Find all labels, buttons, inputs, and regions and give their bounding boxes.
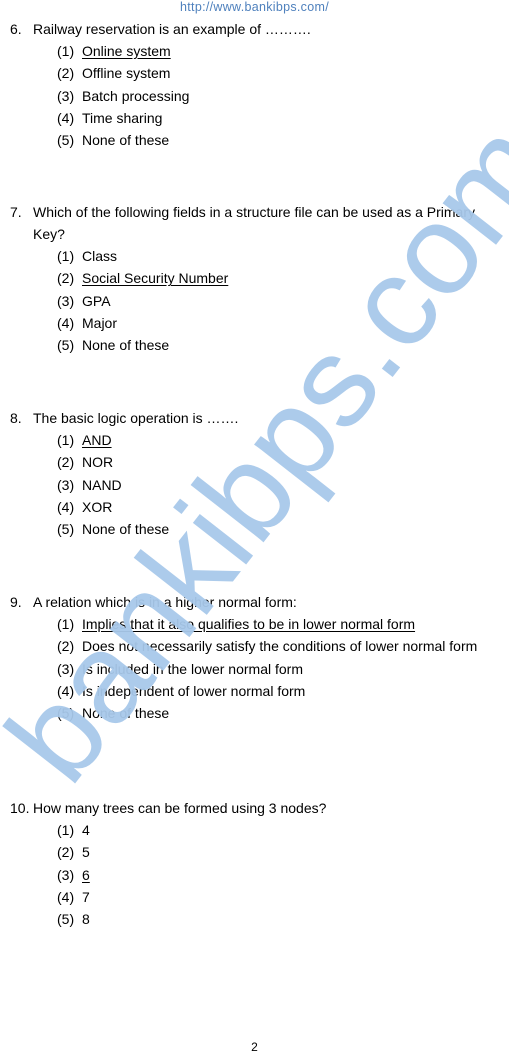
option: (5) None of these: [10, 702, 500, 724]
option: (3) 6: [10, 864, 500, 886]
option: (2) Social Security Number: [10, 267, 500, 289]
question-6: 6. Railway reservation is an example of …: [10, 18, 500, 151]
option: (5) None of these: [10, 129, 500, 151]
option: (5) None of these: [10, 518, 500, 540]
option-text: None of these: [82, 337, 170, 354]
option: (2) 5: [10, 841, 500, 863]
option-text: Batch processing: [82, 87, 190, 104]
option-number: (3): [57, 87, 75, 104]
question-9: 9. A relation which is in a higher norma…: [10, 591, 500, 724]
option-text: Class: [82, 248, 118, 264]
option-number: (5): [57, 705, 75, 722]
option-number: (3): [57, 292, 75, 309]
option: (4) Major: [10, 312, 500, 334]
option: (4) Is independent of lower normal form: [10, 680, 500, 702]
option-text: Does not necessarily satisfy the conditi…: [82, 638, 478, 655]
option-text: Is independent of lower normal form: [82, 682, 306, 699]
option-number: (2): [57, 638, 75, 655]
option: (1) Implies that it also qualifies to be …: [10, 613, 500, 635]
option-text: 5: [82, 844, 90, 861]
option: (3) Batch processing: [10, 85, 500, 107]
option-number: (4): [57, 109, 75, 126]
option-text-correct: 6: [82, 866, 90, 883]
question-7: 7. Which of the following fields in a st…: [10, 201, 500, 356]
option-number: (4): [57, 314, 75, 331]
option-text: GPA: [82, 292, 111, 309]
option-number: (1): [57, 248, 75, 264]
option: (4) XOR: [10, 496, 500, 518]
option: (2) Offline system: [10, 62, 500, 84]
question-number: 10.: [10, 800, 30, 816]
option-number: (1): [57, 822, 75, 838]
option-text-correct: Social Security Number: [82, 270, 229, 287]
option-list: (1) Online system (2) Offline system (3) Ba…: [10, 40, 500, 151]
option-number: (1): [57, 43, 75, 59]
option-text-correct: AND: [82, 432, 112, 448]
option: (1) Online system: [10, 40, 500, 62]
option-number: (2): [57, 454, 75, 471]
option-number: (1): [57, 616, 75, 632]
option-number: (4): [57, 498, 75, 515]
option-text: XOR: [82, 498, 113, 515]
option-number: (5): [57, 337, 75, 354]
option: (1) AND: [10, 429, 500, 451]
option-number: (3): [57, 866, 75, 883]
option: (5) None of these: [10, 334, 500, 356]
option-text: Time sharing: [82, 109, 163, 126]
option-text: NOR: [82, 454, 114, 471]
question-number: 7.: [10, 204, 22, 220]
option: (4) 7: [10, 886, 500, 908]
page-number: 2: [251, 1040, 258, 1054]
option: (3) GPA: [10, 290, 500, 312]
option-number: (4): [57, 682, 75, 699]
option-text: NAND: [82, 476, 122, 493]
question-text: A relation which is in a higher normal f…: [33, 594, 297, 610]
option-text: Is included in the lower normal form: [82, 660, 303, 677]
option: (5) 8: [10, 908, 500, 930]
question-text: Railway reservation is an example of …………: [33, 21, 311, 37]
option-text: Major: [82, 314, 118, 331]
option: (1) Class: [10, 245, 500, 267]
option-number: (3): [57, 660, 75, 677]
option-number: (4): [57, 888, 75, 905]
question-number: 9.: [10, 594, 22, 610]
option-number: (2): [57, 844, 75, 861]
option-number: (2): [57, 65, 75, 82]
option-text: None of these: [82, 132, 170, 149]
option-number: (5): [57, 132, 75, 149]
header-url[interactable]: http://www.bankibps.com/: [0, 0, 509, 14]
option-text: None of these: [82, 705, 170, 722]
question-10: 10. How many trees can be formed using 3…: [10, 797, 500, 930]
option-number: (5): [57, 911, 75, 928]
question-text: Which of the following fields in a struc…: [33, 204, 475, 242]
option: (2) Does not necessarily satisfy the cond…: [10, 635, 500, 657]
option-list: (1) 4 (2) 5 (3) 6 (4) 7 (5) 8: [10, 819, 500, 930]
question-number: 6.: [10, 21, 22, 37]
option-text: None of these: [82, 521, 170, 538]
option: (2) NOR: [10, 451, 500, 473]
option-list: (1) Implies that it also qualifies to be …: [10, 613, 500, 724]
option-list: (1) AND (2) NOR (3) NAND (4) XOR (5) None of …: [10, 429, 500, 540]
question-8: 8. The basic logic operation is ……. (1) A…: [10, 407, 500, 540]
option-list: (1) Class (2) Social Security Number (3) GP…: [10, 245, 500, 356]
option-text-correct: Online system: [82, 43, 171, 59]
option: (3) NAND: [10, 474, 500, 496]
option: (1) 4: [10, 819, 500, 841]
option-number: (5): [57, 521, 75, 538]
option-number: (1): [57, 432, 75, 448]
option-number: (3): [57, 476, 75, 493]
option-text: 4: [82, 822, 90, 838]
option-text: 7: [82, 888, 90, 905]
option-text: 8: [82, 911, 90, 928]
question-number: 8.: [10, 410, 22, 426]
option-text-correct: Implies that it also qualifies to be in …: [82, 616, 416, 632]
question-text: The basic logic operation is …….: [33, 410, 239, 426]
question-text: How many trees can be formed using 3 nod…: [33, 800, 327, 816]
option-text: Offline system: [82, 65, 171, 82]
option: (3) Is included in the lower normal form: [10, 658, 500, 680]
option-number: (2): [57, 270, 75, 287]
option: (4) Time sharing: [10, 107, 500, 129]
